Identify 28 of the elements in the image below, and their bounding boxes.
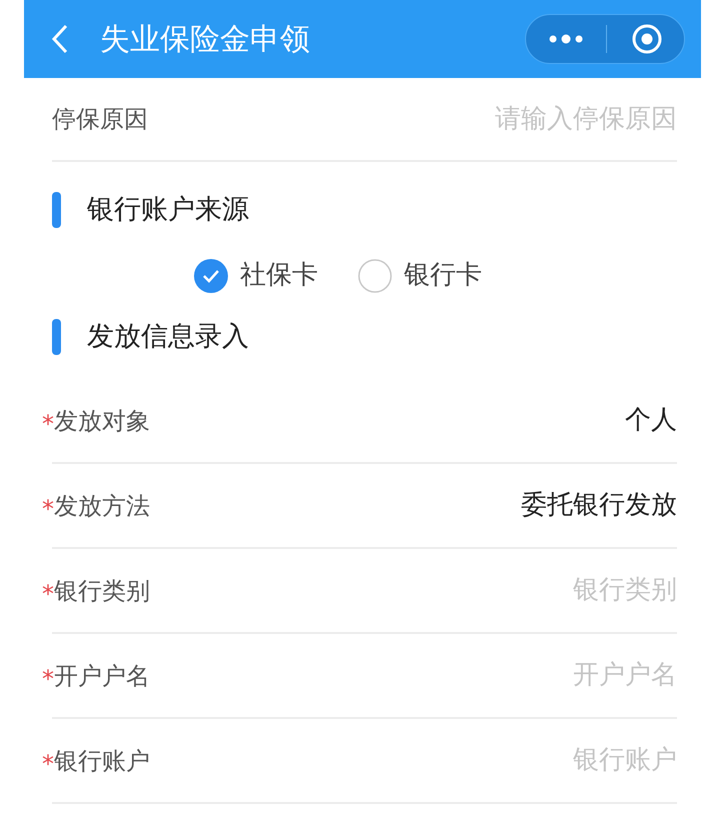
radio-option[interactable]: 银行卡	[358, 256, 482, 295]
required-asterisk: *	[42, 412, 54, 436]
radio-circle-icon	[358, 258, 392, 292]
input-field[interactable]: 开户户名	[242, 656, 677, 695]
check-icon	[194, 258, 228, 292]
input-field[interactable]: 银行账户	[242, 741, 677, 780]
page-title: 失业保险金申领	[100, 20, 310, 58]
input-field[interactable]: 委托银行发放	[242, 486, 677, 525]
field-label: 停保原因	[52, 104, 148, 135]
radio-option[interactable]: 社保卡	[194, 256, 318, 295]
more-icon[interactable]	[548, 34, 584, 44]
field-label: 银行账户	[54, 746, 150, 776]
field-label: 发放对象	[54, 406, 150, 436]
field-label: 发放方法	[54, 490, 150, 522]
section-marker	[52, 192, 61, 228]
required-asterisk: *	[42, 582, 54, 606]
section-title: 银行账户来源	[87, 193, 249, 227]
section-marker	[52, 318, 61, 355]
input-field[interactable]: 个人	[242, 401, 677, 440]
section-title: 发放信息录入	[87, 320, 249, 354]
back-icon[interactable]	[50, 23, 70, 55]
required-asterisk: *	[42, 666, 54, 690]
field-label: 开户户名	[54, 660, 150, 692]
required-asterisk: *	[42, 496, 54, 520]
input-field[interactable]: 银行类别	[242, 571, 677, 610]
field-label: 银行类别	[54, 576, 150, 606]
required-asterisk: *	[42, 752, 54, 776]
input-field[interactable]: 请输入停保原因	[242, 100, 677, 138]
